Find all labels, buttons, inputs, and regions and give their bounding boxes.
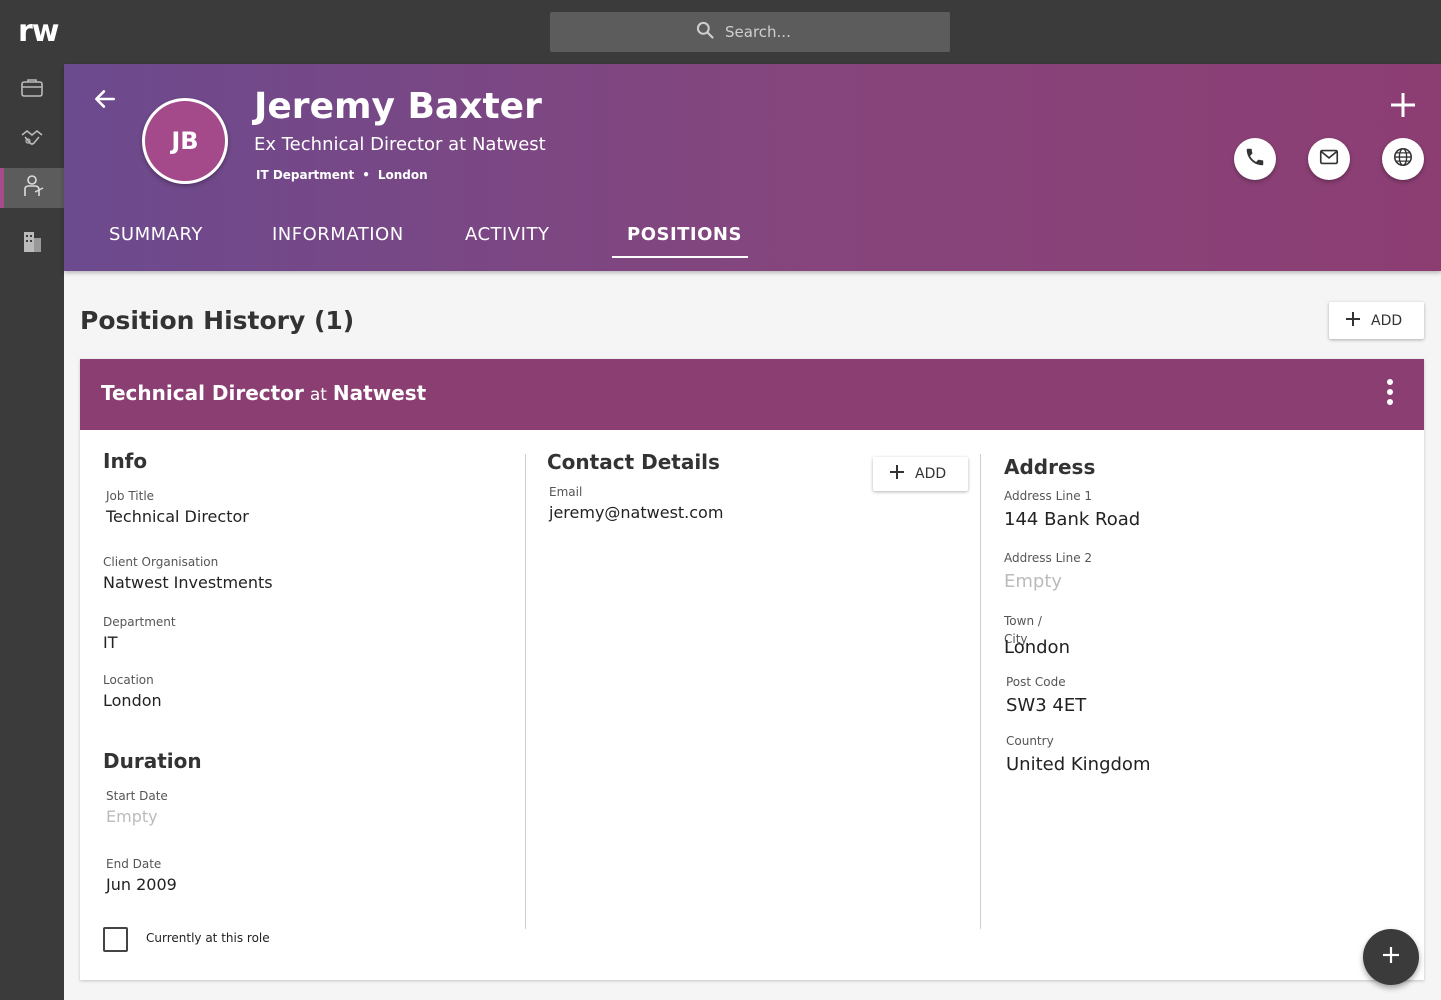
top-bar: rw [0,0,1441,64]
add-contact-button[interactable]: ADD [873,457,968,491]
plus-icon [889,464,905,484]
department-value[interactable]: IT [103,633,118,652]
info-heading: Info [103,449,148,473]
position-company[interactable]: Natwest [333,381,426,405]
person-icon [23,174,45,202]
plus-icon [1345,311,1361,331]
add-position-button[interactable]: ADD [1329,302,1424,339]
town-value[interactable]: London [1004,637,1070,658]
mail-icon [1318,146,1340,172]
contact-meta: IT Department • London [256,168,428,182]
current-role-checkbox[interactable] [103,927,128,952]
email-button[interactable] [1308,138,1350,180]
tab-positions[interactable]: POSITIONS [627,224,742,268]
plus-icon [1381,945,1401,969]
client-org-label: Client Organisation [103,555,219,569]
tab-activity[interactable]: ACTIVITY [465,224,549,268]
back-button[interactable] [90,86,120,116]
profile-header: JB Jeremy Baxter Ex Technical Director a… [64,64,1441,271]
left-sidebar [0,64,64,1000]
start-date-value[interactable]: Empty [106,807,158,826]
postcode-label: Post Code [1006,675,1066,689]
duration-heading: Duration [103,749,202,773]
search-box[interactable] [550,12,950,52]
end-date-label: End Date [106,857,162,871]
arrow-left-icon [92,86,118,116]
address-heading: Address [1004,455,1096,479]
country-value[interactable]: United Kingdom [1006,754,1150,775]
job-title-label: Job Title [106,489,155,503]
plus-icon [1386,93,1420,126]
position-at: at [309,385,327,405]
more-vertical-icon-dot [1387,379,1393,385]
location-label: Location [103,673,154,687]
client-org-value[interactable]: Natwest Investments [103,573,273,592]
position-card: Technical Director at Natwest Info Job T… [80,359,1424,980]
position-role: Technical Director [101,381,304,405]
current-role-label[interactable]: Currently at this role [146,931,270,945]
column-divider [980,454,981,929]
profile-tabs: SUMMARY INFORMATION ACTIVITY POSITIONS [64,214,864,271]
position-card-header: Technical Director at Natwest [80,359,1424,430]
contact-heading: Contact Details [547,450,720,474]
postcode-value[interactable]: SW3 4ET [1006,695,1086,716]
phone-icon [1244,146,1266,172]
start-date-label: Start Date [106,789,168,803]
meta-separator: • [362,168,370,182]
more-vertical-icon-dot [1387,399,1393,405]
address-line1-value[interactable]: 144 Bank Road [1004,509,1140,530]
search-icon [695,20,715,44]
country-label: Country [1006,734,1054,748]
job-title-value[interactable]: Technical Director [106,507,249,526]
nav-item-companies[interactable] [0,224,64,264]
floating-add-button[interactable] [1363,929,1419,985]
contact-subtitle: Ex Technical Director at Natwest [254,134,546,155]
address-line2-label: Address Line 2 [1004,551,1093,565]
address-line2-value[interactable]: Empty [1004,571,1062,592]
meta-location: London [377,168,428,182]
end-date-value[interactable]: Jun 2009 [106,875,177,894]
contact-name: Jeremy Baxter [254,86,542,127]
email-label: Email [549,485,583,499]
briefcase-icon [20,77,44,103]
add-button[interactable] [1386,88,1420,122]
more-vertical-icon-dot [1387,389,1393,395]
active-tab-indicator [612,256,748,258]
nav-item-briefcase[interactable] [0,70,64,110]
meta-department: IT Department [256,168,355,182]
address-line1-label: Address Line 1 [1004,489,1093,503]
add-contact-label: ADD [915,466,947,482]
nav-item-deals[interactable] [0,120,64,160]
location-value[interactable]: London [103,691,162,710]
position-title: Technical Director at Natwest [101,381,426,405]
more-options-button[interactable] [1376,375,1404,409]
add-position-label: ADD [1371,312,1403,329]
town-label-line1: Town / [1004,614,1042,628]
website-button[interactable] [1382,138,1424,180]
nav-item-people[interactable] [0,168,64,208]
page-title: Position History (1) [80,306,355,335]
globe-icon [1392,146,1414,172]
column-divider [525,454,526,929]
call-button[interactable] [1234,138,1276,180]
tab-summary[interactable]: SUMMARY [109,224,203,268]
email-value[interactable]: jeremy@natwest.com [549,503,723,522]
avatar: JB [142,98,228,184]
building-icon [21,230,43,258]
handshake-icon [19,127,45,153]
search-input[interactable] [725,23,805,41]
app-logo[interactable]: rw [18,14,60,49]
department-label: Department [103,615,176,629]
tab-information[interactable]: INFORMATION [272,224,404,268]
